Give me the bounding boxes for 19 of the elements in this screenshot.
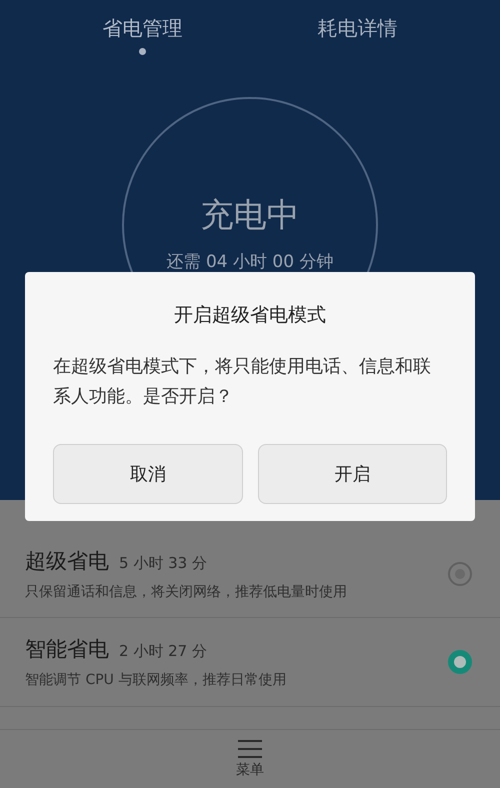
mode-name: 超级省电 xyxy=(25,548,109,574)
charging-status: 充电中 xyxy=(200,195,300,235)
menu-icon xyxy=(238,739,262,759)
menu-button[interactable]: 菜单 xyxy=(236,739,264,779)
dialog-title: 开启超级省电模式 xyxy=(173,303,327,328)
tab[interactable]: 耗电详情 xyxy=(318,14,398,55)
tab[interactable]: 省电管理 xyxy=(102,14,182,55)
dialog-button[interactable]: 开启 xyxy=(258,444,447,504)
mode-row[interactable]: 智能省电 2 小时 27 分 智能调节 CPU 与联网频率，推荐日常使用 xyxy=(0,618,500,707)
dialog-button[interactable]: 取消 xyxy=(53,444,242,504)
mode-description: 只保留通话和信息，将关闭网络，推荐低电量时使用 xyxy=(25,582,348,600)
mode-name: 智能省电 xyxy=(25,636,109,663)
dialog-message: 在超级省电模式下，将只能使用电话、信息和联系人功能。是否开启？ xyxy=(53,355,432,409)
mode-description: 智能调节 CPU 与联网频率，推荐日常使用 xyxy=(25,671,288,689)
remaining-time: 还需 04 小时 00 分钟 xyxy=(166,251,334,273)
radio-button[interactable] xyxy=(448,650,472,674)
mode-duration: 5 小时 33 分 xyxy=(119,554,207,572)
radio-button[interactable] xyxy=(448,562,472,586)
mode-duration: 2 小时 27 分 xyxy=(119,642,207,661)
